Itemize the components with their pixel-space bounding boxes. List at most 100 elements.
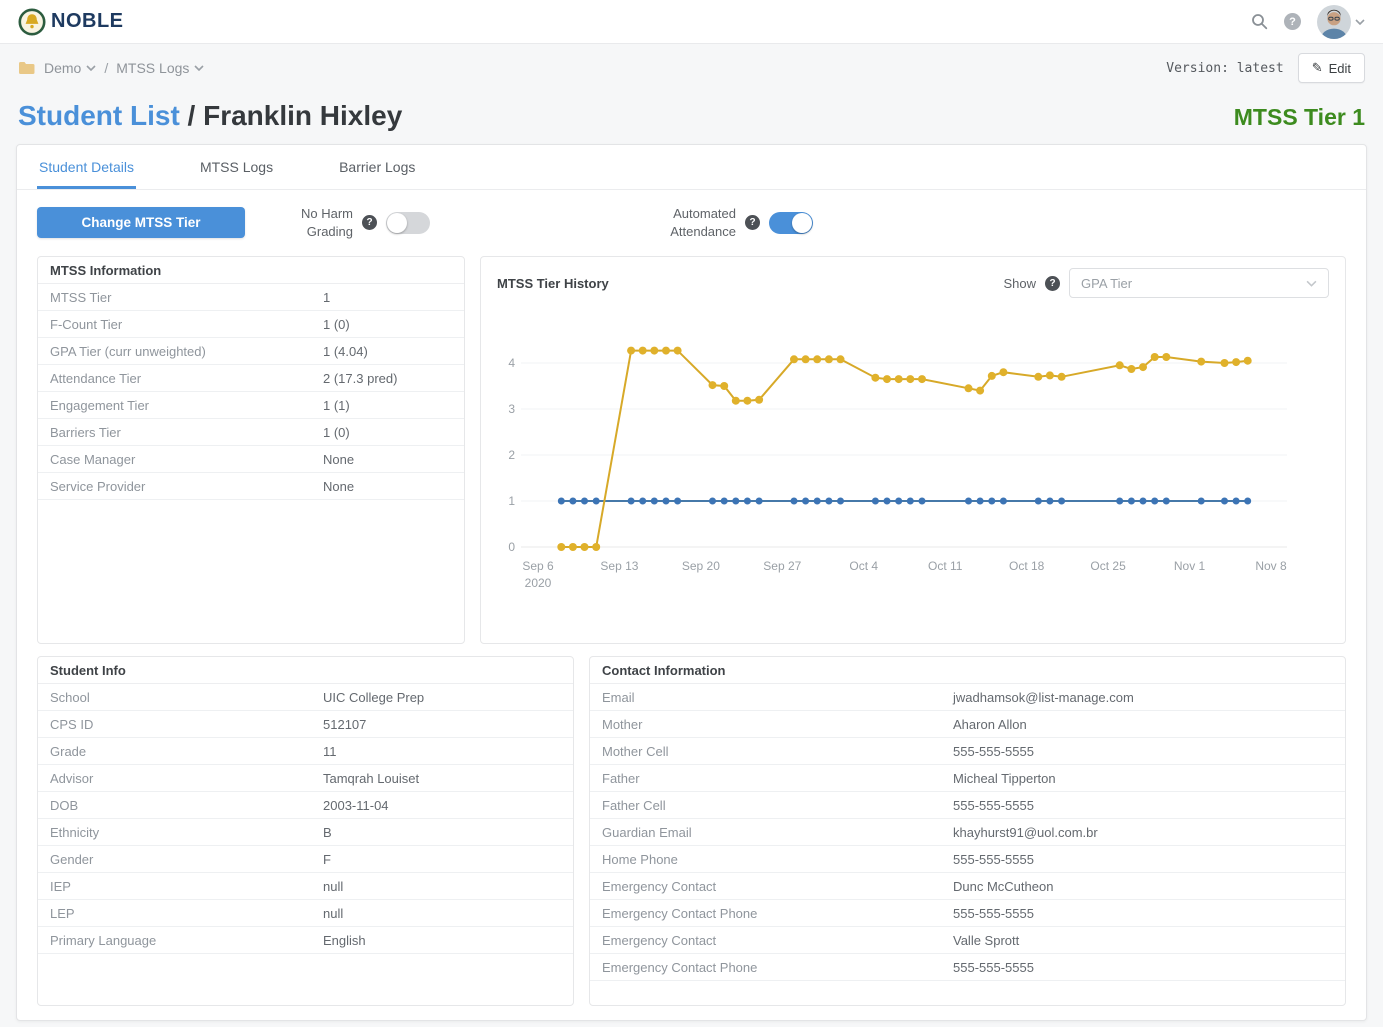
row-value: 555-555-5555: [953, 852, 1034, 867]
help-icon[interactable]: ?: [745, 215, 760, 230]
brand-logo[interactable]: NOBLE: [18, 8, 124, 36]
table-row: EthnicityB: [38, 819, 573, 846]
row-value: 1 (0): [323, 425, 350, 440]
row-value: khayhurst91@uol.com.br: [953, 825, 1098, 840]
tabbar: Student Details MTSS Logs Barrier Logs: [17, 145, 1366, 190]
row-value: None: [323, 479, 354, 494]
student-list-link[interactable]: Student List: [18, 100, 180, 131]
row-label: Email: [602, 690, 635, 705]
table-row: Engagement Tier 1 (1): [38, 392, 464, 419]
row-value: None: [323, 452, 354, 467]
row-value: 555-555-5555: [953, 906, 1034, 921]
table-row: Emergency Contact Phone555-555-5555: [590, 954, 1345, 981]
help-icon[interactable]: ?: [1045, 276, 1060, 291]
row-value: Dunc McCutheon: [953, 879, 1053, 894]
row-value: Tamqrah Louiset: [323, 771, 419, 786]
row-value: English: [323, 933, 366, 948]
row-label: Mother Cell: [602, 744, 668, 759]
table-row: MTSS Tier1: [38, 284, 464, 311]
table-row: Email jwadhamsok@list-manage.com: [590, 684, 1345, 711]
search-icon[interactable]: [1251, 13, 1268, 30]
row-label: Barriers Tier: [50, 425, 121, 440]
chevron-down-icon: [194, 65, 204, 71]
svg-text:Sep 27: Sep 27: [763, 559, 801, 573]
row-label: Gender: [50, 852, 93, 867]
svg-text:Sep 6: Sep 6: [522, 559, 554, 573]
row-value: 11: [323, 744, 337, 759]
row-label: Emergency Contact: [602, 933, 716, 948]
help-icon[interactable]: ?: [1284, 13, 1301, 30]
row-label: DOB: [50, 798, 78, 813]
tab-mtss-logs[interactable]: MTSS Logs: [198, 145, 275, 189]
row-label: GPA Tier (curr unweighted): [50, 344, 206, 359]
row-value: 512107: [323, 717, 366, 732]
card-title: MTSS Information: [38, 257, 464, 284]
svg-text:1: 1: [508, 494, 515, 508]
table-row: Father Cell 555-555-5555: [590, 792, 1345, 819]
noble-emblem-icon: [18, 8, 46, 36]
title-separator: /: [180, 100, 203, 131]
no-harm-grading-toggle[interactable]: [386, 212, 430, 234]
row-value: F: [323, 852, 331, 867]
breadcrumb-separator: /: [104, 60, 108, 76]
row-value: jwadhamsok@list-manage.com: [953, 690, 1134, 705]
student-name: Franklin Hixley: [203, 100, 402, 131]
edit-button[interactable]: ✎ Edit: [1298, 53, 1365, 83]
table-row: Grade11: [38, 738, 573, 765]
tier-history-chart: 01234Sep 62020Sep 13Sep 20Sep 27Oct 4Oct…: [481, 306, 1321, 638]
tab-student-details[interactable]: Student Details: [37, 145, 136, 189]
svg-text:Sep 20: Sep 20: [682, 559, 720, 573]
row-label: Engagement Tier: [50, 398, 149, 413]
row-value: 1 (1): [323, 398, 350, 413]
change-mtss-tier-button[interactable]: Change MTSS Tier: [37, 207, 245, 238]
svg-text:Sep 13: Sep 13: [600, 559, 638, 573]
row-value: 1: [323, 290, 330, 305]
table-row: DOB2003-11-04: [38, 792, 573, 819]
row-label: Father: [602, 771, 640, 786]
svg-text:0: 0: [508, 540, 515, 554]
table-row: IEP null: [38, 873, 573, 900]
no-harm-grading-label: No Harm Grading: [291, 205, 353, 240]
automated-attendance-toggle[interactable]: [769, 212, 813, 234]
row-value: null: [323, 879, 343, 894]
table-row: GPA Tier (curr unweighted)1 (4.04): [38, 338, 464, 365]
table-row: F-Count Tier1 (0): [38, 311, 464, 338]
show-select[interactable]: GPA Tier: [1069, 268, 1329, 298]
student-detail-card: Student Details MTSS Logs Barrier Logs C…: [16, 144, 1367, 1021]
row-label: Father Cell: [602, 798, 666, 813]
row-label: Home Phone: [602, 852, 678, 867]
table-row: Barriers Tier 1 (0): [38, 419, 464, 446]
row-label: Emergency Contact Phone: [602, 906, 757, 921]
user-menu[interactable]: [1317, 5, 1365, 39]
table-row: Emergency Contact Dunc McCutheon: [590, 873, 1345, 900]
row-value: UIC College Prep: [323, 690, 424, 705]
breadcrumb-page[interactable]: MTSS Logs: [116, 60, 204, 76]
pencil-icon: ✎: [1312, 60, 1323, 76]
svg-text:2: 2: [508, 448, 515, 462]
chart-title: MTSS Tier History: [497, 276, 609, 291]
table-row: Mother Cell555-555-5555: [590, 738, 1345, 765]
table-row: Home Phone 555-555-5555: [590, 846, 1345, 873]
toggle-knob: [387, 213, 407, 233]
chevron-down-icon: [86, 65, 96, 71]
svg-text:2020: 2020: [525, 576, 552, 590]
show-label: Show: [1003, 276, 1036, 291]
row-value: Aharon Allon: [953, 717, 1027, 732]
contact-information-card: Contact Information Email jwadhamsok@list…: [589, 656, 1346, 1006]
table-row: MotherAharon Allon: [590, 711, 1345, 738]
row-label: Emergency Contact: [602, 879, 716, 894]
row-label: Emergency Contact Phone: [602, 960, 757, 975]
page-title: Student List / Franklin Hixley: [18, 100, 402, 132]
tab-barrier-logs[interactable]: Barrier Logs: [337, 145, 417, 189]
row-label: IEP: [50, 879, 71, 894]
row-label: Service Provider: [50, 479, 145, 494]
svg-text:4: 4: [508, 356, 515, 370]
svg-text:Oct 4: Oct 4: [849, 559, 878, 573]
breadcrumb-project[interactable]: Demo: [44, 60, 96, 76]
student-info-card: Student Info SchoolUIC College PrepCPS I…: [37, 656, 574, 1006]
table-row: FatherMicheal Tipperton: [590, 765, 1345, 792]
svg-text:3: 3: [508, 402, 515, 416]
row-value: 555-555-5555: [953, 798, 1034, 813]
card-title: Contact Information: [590, 657, 1345, 684]
help-icon[interactable]: ?: [362, 215, 377, 230]
